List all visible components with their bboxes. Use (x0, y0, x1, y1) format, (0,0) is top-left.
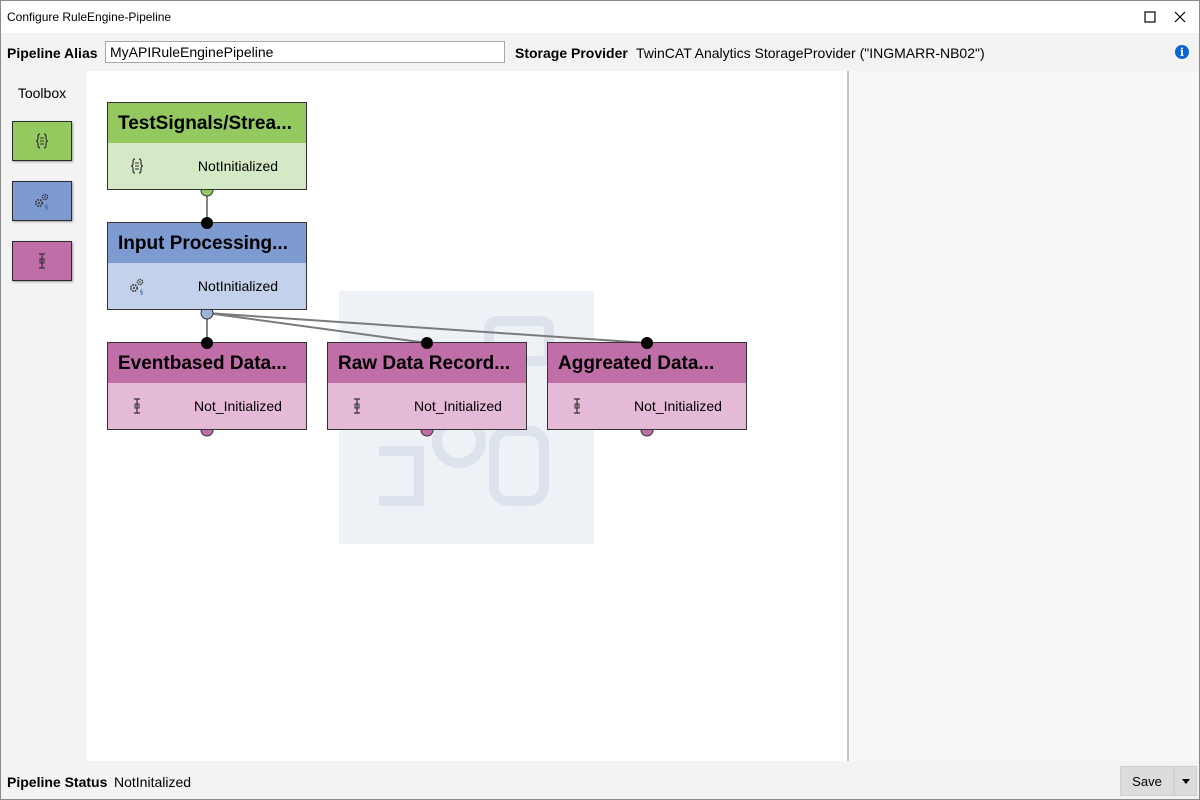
toolbox-item-sink[interactable] (12, 241, 72, 281)
svg-text:§: § (45, 204, 48, 210)
chevron-down-icon (1181, 778, 1190, 784)
storage-provider-value: TwinCAT Analytics StorageProvider ("INGM… (636, 45, 985, 61)
toolbox-panel: Toolbox § (1, 71, 87, 761)
title-bar: Configure RuleEngine-Pipeline (1, 1, 1199, 33)
input-port[interactable] (201, 217, 213, 229)
maximize-icon (1144, 11, 1156, 23)
maximize-button[interactable] (1135, 1, 1165, 33)
save-button[interactable]: Save (1120, 766, 1174, 796)
signal-braces-icon (35, 133, 49, 149)
input-port[interactable] (421, 337, 433, 349)
pipeline-status-label: Pipeline Status (7, 774, 108, 790)
input-port[interactable] (201, 337, 213, 349)
pipeline-alias-bar: Pipeline Alias Storage Provider TwinCAT … (1, 33, 1199, 71)
toolbox-item-source[interactable] (12, 121, 72, 161)
storage-provider-label: Storage Provider (515, 45, 628, 61)
recorder-icon (39, 253, 45, 269)
input-port[interactable] (641, 337, 653, 349)
gears-processing-icon: § (34, 193, 49, 210)
close-button[interactable] (1165, 1, 1195, 33)
pipeline-status-value: NotInitalized (114, 774, 192, 790)
window-title: Configure RuleEngine-Pipeline (7, 10, 172, 24)
pipeline-canvas[interactable]: TestSignals/Strea... NotInitialized Inpu… (87, 71, 847, 761)
input-port-layer (201, 217, 653, 349)
pipeline-alias-label: Pipeline Alias (7, 45, 98, 61)
toolbox-title: Toolbox (17, 85, 67, 101)
toolbox-item-processing[interactable]: § (12, 181, 72, 221)
configure-pipeline-window: Configure RuleEngine-Pipeline Pipeline A… (0, 0, 1200, 800)
pipeline-alias-input[interactable] (105, 41, 505, 63)
save-dropdown-button[interactable] (1174, 766, 1197, 796)
close-icon (1174, 11, 1186, 23)
status-bar: Pipeline Status NotInitalized Save (1, 761, 1199, 799)
properties-panel (849, 71, 1199, 761)
info-icon[interactable]: i (1175, 45, 1189, 59)
